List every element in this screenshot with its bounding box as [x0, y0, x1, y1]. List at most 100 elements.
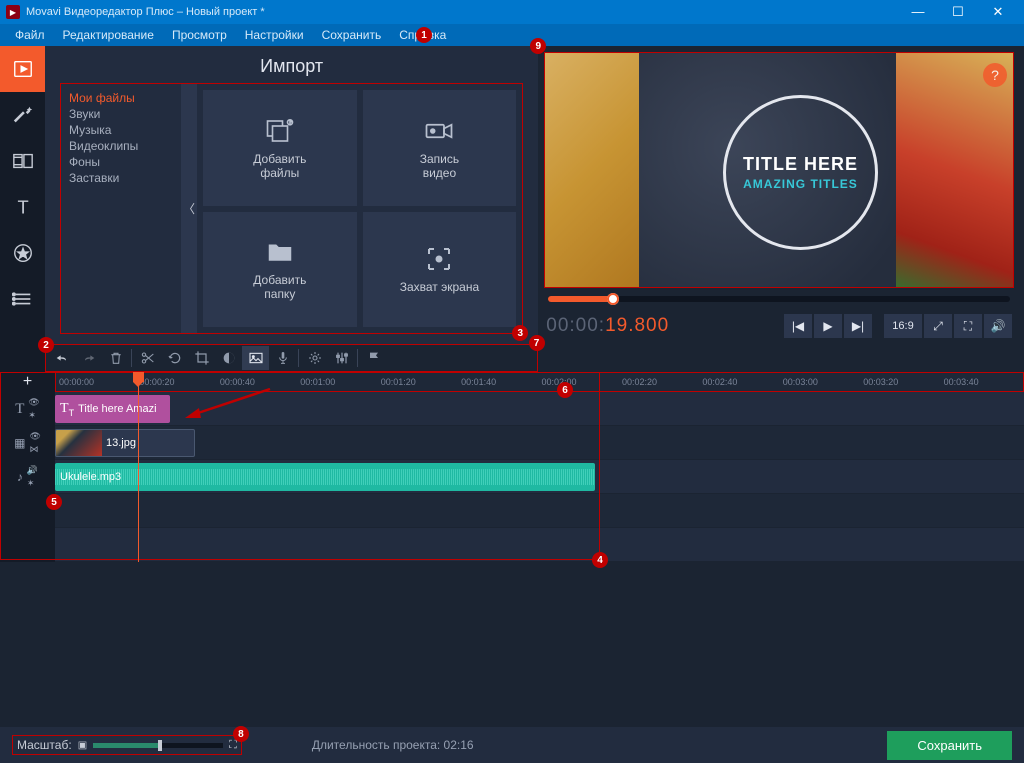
preview-frame: TITLE HERE AMAZING TITLES ?	[544, 52, 1014, 288]
track-mute-icon[interactable]: 🔊	[27, 465, 38, 476]
annotation-2: 2	[38, 337, 54, 353]
prev-frame-button[interactable]: |◀	[784, 314, 812, 338]
maximize-button[interactable]: ☐	[938, 4, 978, 20]
left-toolbar: T	[0, 46, 45, 344]
menu-view[interactable]: Просмотр	[163, 28, 236, 42]
bottom-bar: Масштаб: ▣ ⛶ 8 Длительность проекта: 02:…	[0, 727, 1024, 763]
svg-text:T: T	[17, 196, 28, 217]
save-button[interactable]: Сохранить	[887, 731, 1012, 760]
import-panel-title: Импорт	[45, 46, 538, 83]
track-video-icon: ▦	[14, 436, 25, 450]
clip-video-thumb	[56, 430, 102, 456]
tile-add-folder[interactable]: Добавить папку	[203, 212, 357, 328]
tool-transitions-button[interactable]	[0, 138, 45, 184]
equalizer-button[interactable]	[328, 346, 355, 370]
window-title: Movavi Видеоредактор Плюс – Новый проект…	[26, 6, 265, 18]
tile-add-files-label: Добавить файлы	[253, 152, 306, 180]
zoom-control-group: Масштаб: ▣ ⛶ 8	[12, 735, 242, 755]
timecode-display: 00:00:19.800	[546, 315, 669, 337]
add-track-button[interactable]: +	[0, 372, 55, 392]
collapse-categories-button[interactable]: 〈	[181, 84, 197, 333]
category-videoclips[interactable]: Видеоклипы	[69, 138, 173, 154]
zoom-out-icon[interactable]: ▣	[78, 740, 87, 751]
menu-save[interactable]: Сохранить	[313, 28, 391, 42]
tile-screen-capture-label: Захват экрана	[400, 280, 479, 294]
titlebar: ▶ Movavi Видеоредактор Плюс – Новый прое…	[0, 0, 1024, 24]
track-fx-icon[interactable]: ✶	[28, 410, 39, 421]
track-titles-icon: T	[15, 401, 24, 418]
tool-stickers-button[interactable]	[0, 230, 45, 276]
app-logo-icon: ▶	[6, 5, 20, 19]
split-button[interactable]	[134, 346, 161, 370]
menu-edit[interactable]: Редактирование	[54, 28, 163, 42]
tool-titles-button[interactable]: T	[0, 184, 45, 230]
redo-button[interactable]	[75, 346, 102, 370]
preview-title-line1: TITLE HERE	[743, 154, 858, 175]
preview-seekbar[interactable]	[548, 296, 1010, 302]
category-intros[interactable]: Заставки	[69, 170, 173, 186]
annotation-4: 4	[592, 552, 608, 568]
preview-title-line2: AMAZING TITLES	[743, 177, 858, 191]
menu-settings[interactable]: Настройки	[236, 28, 313, 42]
tool-more-button[interactable]	[0, 276, 45, 322]
track-empty-2	[0, 528, 1024, 562]
tile-add-files[interactable]: Добавить файлы	[203, 90, 357, 206]
minimize-button[interactable]: —	[898, 4, 938, 20]
preview-video[interactable]: TITLE HERE AMAZING TITLES ?	[545, 53, 1013, 287]
track-link-icon[interactable]: ⋈	[29, 444, 40, 455]
clip-video[interactable]: 13.jpg	[55, 429, 195, 457]
tile-screen-capture[interactable]: Захват экрана	[363, 212, 517, 328]
popout-button[interactable]: ⤢	[924, 314, 952, 338]
close-button[interactable]: ✕	[978, 4, 1018, 20]
project-duration: Длительность проекта: 02:16	[312, 738, 474, 752]
tile-add-folder-label: Добавить папку	[253, 273, 306, 301]
annotation-6: 6	[557, 382, 573, 398]
playhead[interactable]	[138, 372, 139, 562]
menu-file[interactable]: Файл	[6, 28, 54, 42]
import-tiles: Добавить файлы Запись видео Добавить пап…	[197, 84, 522, 333]
import-panel: Импорт Мои файлы Звуки Музыка Видеоклипы…	[45, 46, 538, 344]
category-music[interactable]: Музыка	[69, 122, 173, 138]
rotate-button[interactable]	[161, 346, 188, 370]
tile-record-video[interactable]: Запись видео	[363, 90, 517, 206]
category-my-files[interactable]: Мои файлы	[69, 90, 173, 106]
help-button[interactable]: ?	[983, 63, 1007, 87]
annotation-7: 7	[529, 335, 545, 351]
clip-title-label: Title here Amazi	[78, 403, 156, 415]
category-sounds[interactable]: Звуки	[69, 106, 173, 122]
timeline-toolbar: 2 7	[45, 344, 538, 372]
annotation-8: 8	[233, 726, 249, 742]
import-categories: Мои файлы Звуки Музыка Видеоклипы Фоны З…	[61, 84, 181, 333]
annotation-1: 1	[416, 27, 432, 43]
tile-record-video-label: Запись видео	[420, 152, 459, 180]
clip-properties-button[interactable]	[301, 346, 328, 370]
tool-import-button[interactable]	[0, 46, 45, 92]
aspect-ratio-button[interactable]: 16:9	[884, 314, 922, 338]
tool-filters-button[interactable]	[0, 92, 45, 138]
zoom-slider[interactable]	[93, 743, 223, 748]
clip-title[interactable]: TT Title here Amazi	[55, 395, 170, 423]
crop-button[interactable]	[188, 346, 215, 370]
color-adjust-button[interactable]	[215, 346, 242, 370]
track-audio: ♪ 🔊 ✶ Ukulele.mp3	[0, 460, 1024, 494]
track-visibility-icon[interactable]: 👁	[28, 397, 39, 408]
menubar: Файл Редактирование Просмотр Настройки С…	[0, 24, 1024, 46]
clip-audio[interactable]: Ukulele.mp3	[55, 463, 595, 491]
track-audio-icon: ♪	[17, 470, 23, 484]
mic-button[interactable]	[269, 346, 296, 370]
preview-panel: 9 TITLE HERE AMAZING TITLES ? 00:00:19.8…	[538, 46, 1024, 344]
track-video: ▦ 👁 ⋈ 13.jpg	[0, 426, 1024, 460]
fullscreen-button[interactable]: ⛶	[954, 314, 982, 338]
clip-video-label: 13.jpg	[106, 437, 136, 449]
category-backgrounds[interactable]: Фоны	[69, 154, 173, 170]
marker-button[interactable]	[360, 346, 387, 370]
track-titles: T 👁 ✶ TT Title here Amazi	[0, 392, 1024, 426]
zoom-label: Масштаб:	[17, 738, 72, 752]
track-fx-icon[interactable]: ✶	[27, 478, 38, 489]
image-button[interactable]	[242, 346, 269, 370]
volume-button[interactable]: 🔊	[984, 314, 1012, 338]
track-visibility-icon[interactable]: 👁	[29, 431, 40, 442]
play-button[interactable]: ▶	[814, 314, 842, 338]
delete-button[interactable]	[102, 346, 129, 370]
next-frame-button[interactable]: ▶|	[844, 314, 872, 338]
